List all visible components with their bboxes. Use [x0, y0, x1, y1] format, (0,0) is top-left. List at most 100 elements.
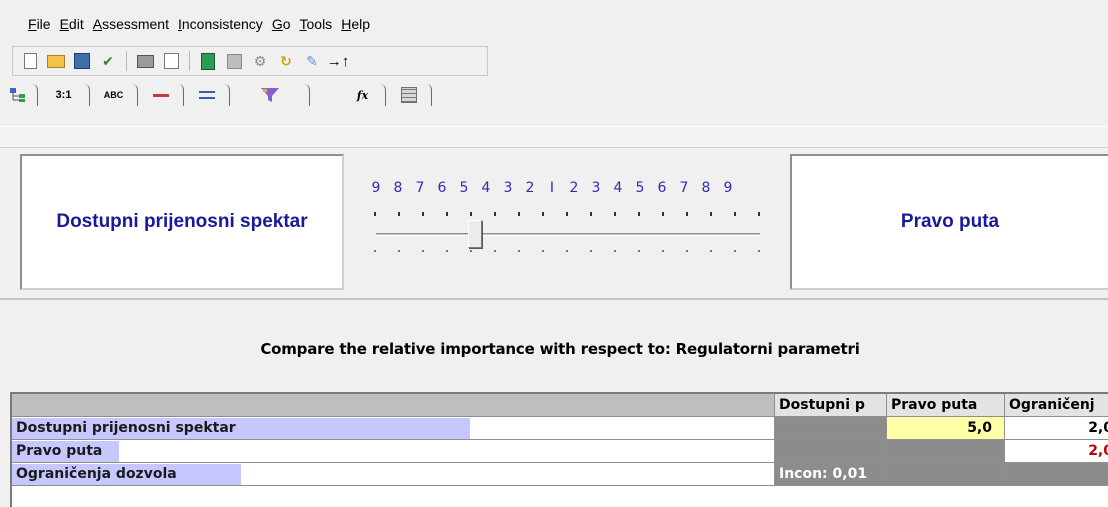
scale-tick [470, 212, 472, 216]
scale-tick [518, 212, 520, 216]
scale-number: 5 [635, 180, 645, 196]
scale-number: 2 [569, 180, 579, 196]
scale-tick [422, 212, 424, 216]
row-label: Pravo puta [16, 443, 103, 459]
left-criterion-box[interactable]: Dostupni prijenosni spektar [20, 154, 344, 290]
scale-number: 4 [481, 180, 491, 196]
matrix-cell[interactable]: 2,0 [1005, 440, 1108, 463]
calculator-icon [201, 52, 215, 70]
scale-tick [566, 250, 568, 252]
scale-tick [398, 212, 400, 216]
save-button[interactable] [71, 50, 93, 72]
calculator-button[interactable] [197, 50, 219, 72]
menu-tools[interactable]: Tools [300, 16, 333, 32]
scale-tick [758, 250, 760, 252]
tab-ratio[interactable]: 3:1 [38, 84, 90, 106]
diagonal-cell [887, 440, 1005, 463]
lines-icon [198, 91, 215, 99]
refresh-icon: ↻ [280, 52, 292, 69]
scale-tick [710, 250, 712, 252]
column-header[interactable]: Ograničenj [1005, 394, 1108, 417]
tab-bar-chart[interactable] [138, 84, 184, 106]
scale-number: I [549, 180, 555, 196]
menu-bar: File Edit Assessment Inconsistency Go To… [0, 0, 1108, 44]
slider-thumb[interactable] [468, 220, 482, 248]
tab-function[interactable]: fx [310, 84, 386, 106]
print-icon [136, 54, 154, 68]
view-tabs: 3:1 ABC fx [0, 80, 1108, 106]
scale-tick [398, 250, 400, 252]
menu-inconsistency[interactable]: Inconsistency [178, 16, 263, 32]
tree-icon [9, 88, 25, 102]
scale-tick [374, 250, 376, 252]
comparison-matrix: Dostupni p Pravo puta Ograničenj Dostupn… [10, 392, 1108, 507]
scale-tick [686, 250, 688, 252]
scale-number: 8 [701, 180, 711, 196]
instruction-area: Compare the relative importance with res… [0, 298, 1108, 390]
open-button[interactable] [45, 50, 67, 72]
scale-tick [422, 250, 424, 252]
tab-tree[interactable] [0, 84, 38, 106]
scale-tick [566, 212, 568, 216]
matrix-cell[interactable]: 2,0 [1005, 417, 1108, 440]
filter-icon [260, 88, 279, 102]
scale-tick [446, 212, 448, 216]
refresh-button[interactable]: ↻ [275, 50, 297, 72]
tab-grid[interactable] [386, 84, 432, 106]
row-header[interactable]: Dostupni prijenosni spektar [12, 417, 775, 440]
left-criterion-label: Dostupni prijenosni spektar [56, 211, 308, 232]
check-button[interactable]: ✔ [97, 50, 119, 72]
tab-abc[interactable]: ABC [90, 84, 138, 106]
print-button[interactable] [134, 50, 156, 72]
scale-tick [518, 250, 520, 252]
disabled-button[interactable] [223, 50, 245, 72]
right-criterion-label: Pravo puta [900, 211, 1000, 232]
row-header[interactable]: Ograničenja dozvola [12, 463, 775, 486]
scale-number: 9 [371, 180, 381, 196]
scale-number: 3 [591, 180, 601, 196]
new-file-icon [23, 53, 37, 69]
scale-number: 8 [393, 180, 403, 196]
gear-button[interactable]: ⚙ [249, 50, 271, 72]
pencil-button[interactable]: ✎ [301, 50, 323, 72]
scale-ticks-top [374, 212, 760, 216]
toolbar-separator [189, 51, 190, 71]
row-label: Dostupni prijenosni spektar [16, 420, 236, 436]
print-preview-button[interactable] [160, 50, 182, 72]
menu-file[interactable]: File [28, 16, 51, 32]
tab-filter[interactable] [230, 84, 310, 106]
scale-tick [470, 250, 472, 252]
new-file-button[interactable] [19, 50, 41, 72]
scale-tick [734, 250, 736, 252]
tab-lines[interactable] [184, 84, 230, 106]
column-header[interactable]: Pravo puta [887, 394, 1005, 417]
open-folder-icon [47, 54, 65, 68]
scale-number: 3 [503, 180, 513, 196]
scale-numbers: 98765432I23456789 [370, 180, 744, 196]
scale-number: 9 [723, 180, 733, 196]
lower-triangle-cell [887, 463, 1005, 486]
toolbar: ✔ ⚙ ↻ ✎ →↑ [12, 46, 488, 76]
scale-tick [662, 212, 664, 216]
verbal-scale-slider[interactable]: 98765432I23456789 [370, 180, 770, 260]
scale-tick [614, 212, 616, 216]
inconsistency-value: Incon: 0,01 [775, 463, 887, 486]
toolbar-separator [126, 51, 127, 71]
menu-assessment[interactable]: Assessment [93, 16, 169, 32]
right-criterion-box[interactable]: Pravo puta [790, 154, 1108, 290]
diagonal-cell [775, 417, 887, 440]
print-preview-icon [163, 53, 179, 69]
selected-cell[interactable]: 5,0 [887, 417, 1005, 440]
comparison-panel: Dostupni prijenosni spektar 98765432I234… [0, 150, 1108, 298]
scale-tick [590, 212, 592, 216]
menu-go[interactable]: Go [272, 16, 291, 32]
row-header[interactable]: Pravo puta [12, 440, 775, 463]
check-icon: ✔ [102, 52, 114, 69]
column-header[interactable]: Dostupni p [775, 394, 887, 417]
scale-tick [614, 250, 616, 252]
slider-track[interactable] [376, 233, 760, 236]
table-row: Ograničenja dozvola Incon: 0,01 [12, 463, 1108, 486]
menu-help[interactable]: Help [341, 16, 370, 32]
menu-edit[interactable]: Edit [60, 16, 84, 32]
arrow-button[interactable]: →↑ [327, 50, 350, 72]
